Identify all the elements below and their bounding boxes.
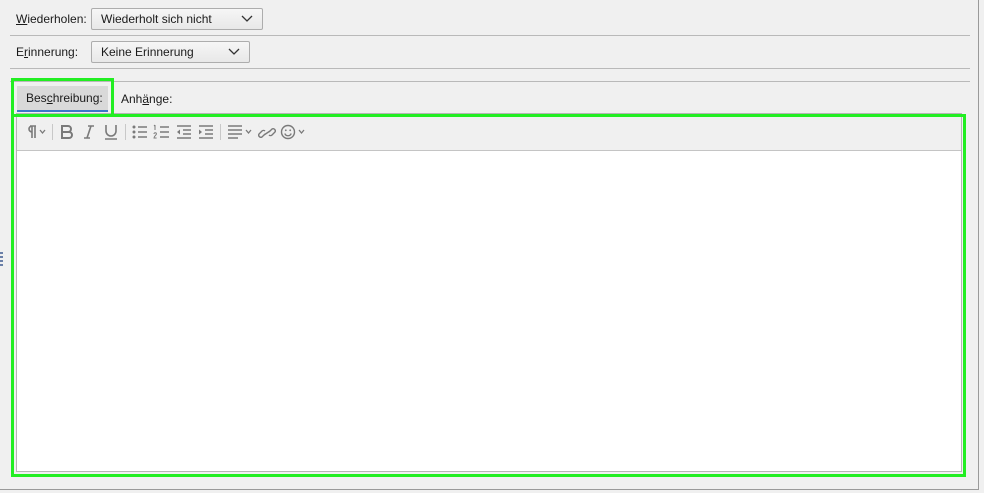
tab-description[interactable]: Beschreibung: bbox=[17, 86, 108, 112]
bullet-list-button[interactable] bbox=[131, 122, 149, 142]
reminder-dropdown[interactable]: Keine Erinnerung bbox=[91, 41, 250, 63]
divider bbox=[10, 81, 970, 82]
toolbar-separator bbox=[220, 124, 221, 140]
toolbar-separator bbox=[52, 124, 53, 140]
italic-icon bbox=[84, 125, 94, 139]
reminder-row: Erinnerung: Keine Erinnerung bbox=[16, 40, 250, 64]
recurrence-dropdown[interactable]: Wiederholt sich nicht bbox=[91, 8, 263, 30]
reminder-value: Keine Erinnerung bbox=[101, 45, 194, 59]
reminder-label: Erinnerung: bbox=[16, 45, 79, 59]
underline-icon bbox=[105, 125, 117, 140]
tab-attachments[interactable]: Anhänge: bbox=[112, 86, 181, 112]
tab-attachments-label: Anhänge: bbox=[121, 92, 173, 106]
align-button[interactable] bbox=[226, 122, 254, 142]
description-editor bbox=[16, 113, 962, 472]
divider bbox=[10, 35, 970, 36]
emoji-button[interactable] bbox=[280, 122, 310, 142]
paragraph-format-icon bbox=[28, 125, 46, 138]
window-edge-marker bbox=[0, 252, 3, 268]
event-dialog: Wiederholen: Wiederholt sich nicht Erinn… bbox=[0, 0, 979, 490]
toolbar-separator bbox=[125, 124, 126, 140]
italic-button[interactable] bbox=[80, 122, 98, 142]
tab-description-label: Beschreibung: bbox=[26, 91, 103, 105]
paragraph-format-button[interactable] bbox=[23, 122, 47, 142]
bold-icon bbox=[61, 125, 73, 139]
recurrence-row: Wiederholen: Wiederholt sich nicht bbox=[16, 7, 263, 31]
bold-button[interactable] bbox=[58, 122, 76, 142]
decrease-indent-button[interactable] bbox=[175, 122, 193, 142]
chevron-down-icon bbox=[241, 15, 253, 22]
bullet-list-icon bbox=[132, 125, 147, 139]
description-text-area[interactable] bbox=[17, 150, 961, 471]
underline-button[interactable] bbox=[102, 122, 120, 142]
editor-toolbar bbox=[17, 114, 961, 150]
numbered-list-button[interactable] bbox=[153, 122, 171, 142]
emoji-icon bbox=[280, 124, 305, 140]
link-button[interactable] bbox=[258, 122, 276, 142]
divider bbox=[10, 68, 970, 69]
chevron-down-icon bbox=[228, 48, 240, 55]
recurrence-label: Wiederholen: bbox=[16, 12, 87, 26]
decrease-indent-icon bbox=[177, 125, 191, 139]
numbered-list-icon bbox=[153, 124, 169, 139]
recurrence-value: Wiederholt sich nicht bbox=[101, 12, 212, 26]
increase-indent-button[interactable] bbox=[197, 122, 215, 142]
link-icon bbox=[258, 128, 276, 138]
align-icon bbox=[228, 125, 252, 139]
increase-indent-icon bbox=[199, 125, 213, 139]
